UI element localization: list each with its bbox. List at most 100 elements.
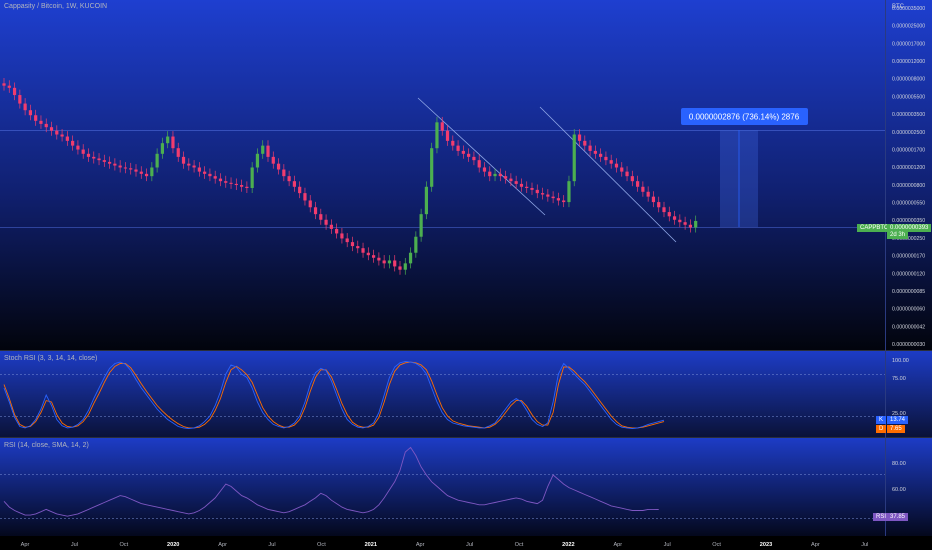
candle-body: [350, 242, 355, 247]
candle-body: [356, 246, 360, 249]
time-axis-label: Oct: [317, 542, 326, 548]
candle-body: [683, 222, 687, 225]
candle-body: [102, 160, 106, 162]
candle-body: [467, 153, 471, 157]
candle-body: [76, 145, 80, 150]
price-tick-label: 0.0000000085: [892, 289, 925, 295]
candle-body: [271, 156, 275, 164]
candle-body: [208, 173, 212, 177]
candle-body: [588, 145, 592, 151]
candle-body: [308, 200, 312, 208]
price-tick-label: 0.0000000042: [892, 324, 925, 330]
candle-body: [651, 196, 656, 203]
candle-body: [382, 260, 386, 264]
stoch-pane-bg: [0, 351, 932, 437]
candle-body: [451, 140, 455, 146]
k-label: K: [879, 417, 884, 423]
candle-body: [7, 85, 11, 88]
candle-body: [203, 171, 207, 174]
time-axis-label: Jul: [664, 542, 671, 548]
candle-body: [525, 186, 529, 188]
candle-body: [593, 150, 597, 154]
candle-body: [229, 182, 233, 184]
candle-body: [139, 171, 143, 174]
time-axis-label: 2022: [562, 542, 574, 548]
candle-body: [39, 120, 43, 124]
candle-body: [160, 143, 164, 154]
price-tick-label: 0.0000000800: [892, 183, 925, 189]
candle-body: [171, 136, 175, 149]
price-tick-label: 0.0000000550: [892, 201, 925, 207]
candle-body: [599, 153, 603, 157]
currency-label: BTC: [892, 4, 905, 10]
time-axis-label: Jul: [466, 542, 473, 548]
candle-body: [583, 140, 587, 146]
k-value: 13.74: [890, 417, 906, 423]
candle-body: [60, 134, 64, 137]
candle-body: [240, 185, 244, 187]
candle-body: [366, 252, 370, 256]
candle-body: [28, 110, 32, 116]
candle-body: [498, 173, 502, 177]
candle-body: [49, 127, 54, 131]
symbol-title[interactable]: Cappasity / Bitcoin, 1W, KUCOIN: [4, 3, 107, 10]
rsi-tick-label: 60.00: [892, 487, 906, 493]
time-axis-label: Jul: [268, 542, 275, 548]
rsi-label: RSI: [876, 514, 887, 520]
candle-body: [625, 171, 629, 177]
candle-body: [514, 181, 518, 184]
candle-body: [530, 187, 534, 190]
candle-body: [324, 219, 328, 225]
candle-body: [509, 178, 513, 182]
candle-body: [319, 214, 323, 220]
rsi-title[interactable]: RSI (14, close, SMA, 14, 2): [4, 442, 89, 449]
time-axis-label: Oct: [515, 542, 524, 548]
candle-body: [556, 198, 560, 201]
candle-body: [694, 220, 698, 228]
d-value-badge: 7.65: [887, 425, 905, 433]
candle-body: [435, 122, 439, 149]
candle-body: [303, 193, 307, 201]
candle-body: [688, 224, 692, 228]
time-axis-label: Oct: [119, 542, 128, 548]
rsi-pane-bg: [0, 438, 932, 536]
candle-body: [387, 260, 392, 264]
candle-body: [187, 163, 191, 166]
k-value-badge: 13.74: [887, 416, 909, 424]
candle-body: [150, 167, 154, 177]
stoch-tick-label: 100.00: [892, 358, 909, 364]
candle-body: [55, 130, 59, 135]
time-axis-label: 2020: [167, 542, 179, 548]
chart-canvas[interactable]: 0.0000002876 (736.14%) 2876 0.0000035000…: [0, 0, 932, 550]
candle-body: [213, 176, 217, 179]
candle-body: [245, 186, 249, 188]
price-tick-label: 0.0000017000: [892, 41, 925, 47]
stoch-rsi-title[interactable]: Stoch RSI (3, 3, 14, 14, close): [4, 355, 97, 362]
candle-body: [340, 233, 344, 239]
candle-body: [440, 122, 444, 131]
candle-body: [276, 163, 281, 170]
candle-body: [292, 181, 296, 187]
price-tick-label: 0.0000000030: [892, 342, 925, 348]
rsi-value: 37.85: [890, 514, 906, 520]
candle-body: [456, 145, 460, 151]
candle-body: [176, 148, 180, 157]
candle-body: [430, 148, 434, 187]
candle-body: [250, 167, 254, 188]
candle-body: [197, 167, 201, 172]
candle-body: [134, 169, 138, 172]
candle-body: [123, 167, 128, 169]
candle-body: [567, 181, 571, 203]
candle-body: [493, 173, 497, 177]
candle-body: [335, 228, 339, 234]
time-axis-label: Apr: [613, 542, 622, 548]
candle-body: [345, 238, 349, 243]
candle-body: [377, 257, 381, 261]
rsi-tick-label: 80.00: [892, 461, 906, 467]
candle-body: [488, 171, 492, 177]
price-tick-label: 0.0000008000: [892, 77, 925, 83]
candle-body: [636, 181, 640, 187]
candle-body: [266, 145, 270, 157]
price-tick-label: 0.0000000120: [892, 271, 925, 277]
candle-body: [23, 103, 27, 111]
